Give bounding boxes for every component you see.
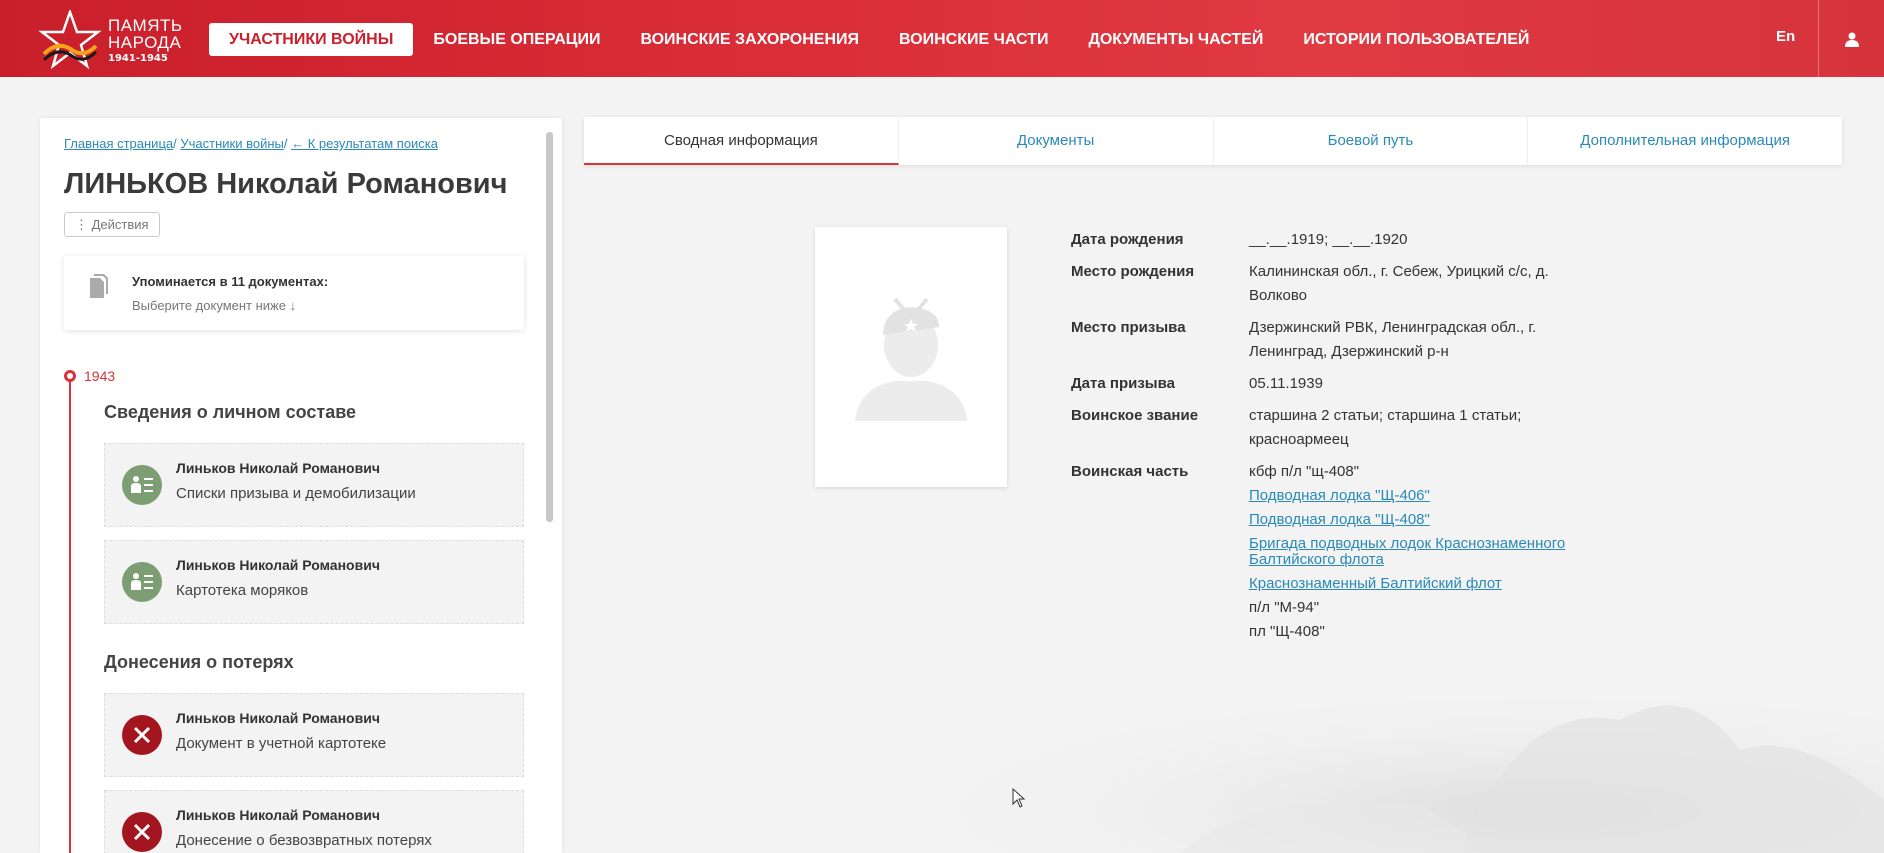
language-switch[interactable]: En — [1776, 28, 1795, 45]
info-row-birth-place: Место рождения Калининская обл., г. Себе… — [1071, 260, 1589, 308]
unit-label: Воинская часть — [1071, 463, 1189, 480]
cross-icon — [122, 812, 162, 852]
info-row-unit: Воинская часть кбф п/л "щ-408" Подводная… — [1071, 460, 1589, 644]
section-losses-title: Донесения о потерях — [104, 652, 294, 672]
info-row-draft-date: Дата призыва 05.11.1939 — [1071, 372, 1589, 396]
draft-place-value: Дзержинский РВК, Ленинградская обл., г. … — [1249, 319, 1537, 360]
tab-summary[interactable]: Сводная информация — [584, 117, 899, 165]
document-card[interactable]: Линьков Николай Романович Списки призыва… — [104, 443, 524, 527]
unit-text: пл "Щ-408" — [1249, 623, 1325, 640]
rank-value: старшина 2 статьи; старшина 1 статьи; кр… — [1249, 407, 1522, 448]
breadcrumb-separator: / — [283, 136, 292, 151]
nav-unit-documents[interactable]: ДОКУМЕНТЫ ЧАСТЕЙ — [1068, 23, 1283, 56]
top-header: ПАМЯТЬ НАРОДА 1941-1945 УЧАСТНИКИ ВОЙНЫ … — [0, 0, 1884, 77]
mouse-cursor-icon — [1012, 788, 1026, 808]
nav-units[interactable]: ВОИНСКИЕ ЧАСТИ — [879, 23, 1068, 56]
person-list-icon — [122, 562, 162, 602]
mentions-count-text: Упоминается в 11 документах: — [132, 274, 329, 289]
back-to-results-link[interactable]: ← К результатам поиска — [291, 136, 438, 151]
person-name-title: ЛИНЬКОВ Николай Романович — [64, 168, 508, 200]
tab-additional-info[interactable]: Дополнительная информация — [1528, 117, 1842, 165]
logo-years: 1941-1945 — [108, 52, 168, 64]
person-info: Дата рождения __.__.1919; __.__.1920 Мес… — [1071, 228, 1589, 652]
mentions-hint-text: Выберите документ ниже ↓ — [132, 298, 297, 313]
unit-text: кбф п/л "щ-408" — [1249, 463, 1360, 480]
info-row-birth-date: Дата рождения __.__.1919; __.__.1920 — [1071, 228, 1589, 252]
nav-operations[interactable]: БОЕВЫЕ ОПЕРАЦИИ — [413, 23, 620, 56]
tab-combat-path[interactable]: Боевой путь — [1214, 117, 1529, 165]
mentions-card: Упоминается в 11 документах: Выберите до… — [64, 256, 524, 330]
nav-participants[interactable]: УЧАСТНИКИ ВОЙНЫ — [209, 23, 414, 56]
nav-burials[interactable]: ВОИНСКИЕ ЗАХОРОНЕНИЯ — [620, 23, 879, 56]
document-person-name: Линьков Николай Романович — [176, 807, 380, 823]
breadcrumb-home-link[interactable]: Главная страница — [64, 136, 173, 151]
section-personnel-title: Сведения о личном составе — [104, 402, 357, 422]
main-nav: УЧАСТНИКИ ВОЙНЫ БОЕВЫЕ ОПЕРАЦИИ ВОИНСКИЕ… — [209, 23, 1549, 56]
person-photo-placeholder — [815, 227, 1007, 487]
logo-line-2: НАРОДА — [108, 32, 182, 52]
document-card[interactable]: Линьков Николай Романович Документ в уче… — [104, 693, 524, 777]
unit-link[interactable]: Подводная лодка "Щ-408" — [1249, 508, 1589, 532]
documents-icon — [90, 274, 108, 298]
draft-date-label: Дата призыва — [1071, 375, 1175, 392]
background-soldiers-image — [760, 640, 1884, 853]
document-type: Картотека моряков — [176, 582, 309, 599]
breadcrumb: Главная страница/ Участники войны/ ← К р… — [64, 136, 438, 151]
birth-place-label: Место рождения — [1071, 263, 1195, 280]
document-card[interactable]: Линьков Николай Романович Донесение о бе… — [104, 790, 524, 853]
timeline-line — [69, 380, 71, 853]
unit-text: п/л "М-94" — [1249, 599, 1320, 616]
birth-date-value: __.__.1919; __.__.1920 — [1249, 231, 1408, 248]
info-row-rank: Воинское звание старшина 2 статьи; старш… — [1071, 404, 1589, 452]
info-row-draft-place: Место призыва Дзержинский РВК, Ленинград… — [1071, 316, 1589, 364]
unit-link[interactable]: Краснознаменный Балтийский флот — [1249, 572, 1589, 596]
document-person-name: Линьков Николай Романович — [176, 710, 380, 726]
cross-icon — [122, 715, 162, 755]
unit-link[interactable]: Бригада подводных лодок Краснознаменного… — [1249, 536, 1589, 568]
document-card[interactable]: Линьков Николай Романович Картотека моря… — [104, 540, 524, 624]
star-ribbon-icon — [38, 10, 102, 70]
birth-date-label: Дата рождения — [1071, 231, 1184, 248]
draft-place-label: Место призыва — [1071, 319, 1186, 336]
timeline-dot — [64, 370, 76, 382]
document-type: Документ в учетной картотеке — [176, 735, 387, 752]
tab-documents[interactable]: Документы — [899, 117, 1214, 165]
user-icon — [1844, 32, 1859, 47]
unit-link[interactable]: Подводная лодка "Щ-406" — [1249, 484, 1589, 508]
unit-list: кбф п/л "щ-408" Подводная лодка "Щ-406" … — [1249, 460, 1589, 644]
draft-date-value: 05.11.1939 — [1249, 375, 1323, 392]
nav-user-stories[interactable]: ИСТОРИИ ПОЛЬЗОВАТЕЛЕЙ — [1283, 23, 1549, 56]
info-tabs: Сводная информация Документы Боевой путь… — [584, 117, 1842, 165]
actions-button[interactable]: ⋮ Действия — [64, 212, 160, 237]
logo-line-1: ПАМЯТЬ — [108, 15, 183, 35]
document-person-name: Линьков Николай Романович — [176, 557, 380, 573]
soldier-avatar-icon — [855, 297, 967, 421]
person-sidebar: Главная страница/ Участники войны/ ← К р… — [40, 118, 562, 853]
document-person-name: Линьков Николай Романович — [176, 460, 380, 476]
birth-place-value: Калининская обл., г. Себеж, Урицкий с/с,… — [1249, 263, 1549, 304]
site-logo[interactable]: ПАМЯТЬ НАРОДА 1941-1945 — [38, 10, 198, 70]
person-list-icon — [122, 465, 162, 505]
sidebar-scrollbar[interactable] — [546, 132, 553, 522]
timeline-year: 1943 — [84, 368, 116, 384]
breadcrumb-participants-link[interactable]: Участники войны — [180, 136, 284, 151]
document-type: Списки призыва и демобилизации — [176, 485, 416, 502]
rank-label: Воинское звание — [1071, 407, 1199, 424]
user-account-button[interactable] — [1818, 0, 1884, 77]
document-type: Донесение о безвозвратных потерях — [176, 832, 432, 849]
